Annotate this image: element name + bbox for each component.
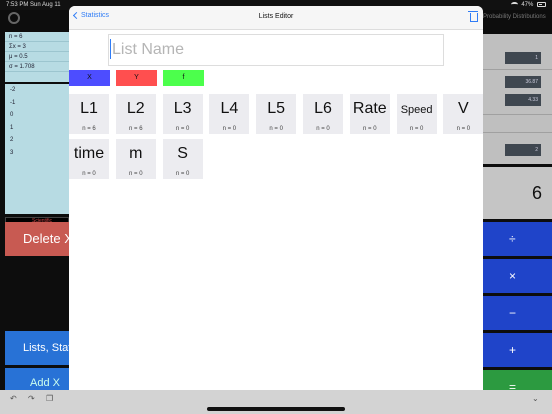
list-item[interactable]: 3: [5, 147, 69, 160]
list-tile-count: n = 6: [129, 126, 143, 132]
list-item[interactable]: -2: [5, 84, 69, 97]
stat-n: n = 6: [5, 32, 69, 42]
probability-distributions-link[interactable]: Probability Distributions: [483, 14, 546, 20]
list-tile-l2[interactable]: L2 n = 6: [115, 94, 156, 134]
list-tile-l6[interactable]: L6 n = 0: [303, 94, 343, 134]
param-value[interactable]: 4.33: [505, 94, 541, 106]
battery-icon: [537, 2, 546, 7]
divider: [483, 69, 552, 70]
list-tile-count: n = 0: [316, 126, 330, 132]
list-tile-rate[interactable]: Rate n = 0: [349, 94, 390, 134]
list-tile-s[interactable]: Sn = 0: [162, 139, 203, 179]
list-tile-name: L2: [126, 100, 145, 117]
redo-icon[interactable]: ↷: [28, 394, 35, 403]
parameters-panel: 1 36.87 4.33 2: [483, 34, 552, 164]
list-tile-count: n = 0: [175, 126, 190, 132]
stat-sd: σ = 1.708: [5, 62, 69, 72]
list-tile-name: L6: [314, 100, 332, 117]
lists-stats-button[interactable]: Lists, Stat: [5, 331, 69, 365]
divider: [483, 114, 552, 115]
wifi-icon: [510, 2, 518, 7]
keyboard-shortcut-bar: ↶ ↷ ❐ ⌄: [0, 390, 552, 414]
list-tile-name: S: [177, 145, 188, 162]
role-label: X: [87, 74, 92, 81]
paste-icon[interactable]: ❐: [46, 394, 53, 403]
list-tile-time[interactable]: time n = 0: [69, 139, 109, 179]
list-tile-name: L5: [267, 100, 286, 117]
multiply-button[interactable]: ×: [483, 259, 552, 293]
list-tile-count: n = 0: [269, 126, 283, 132]
list-tile-name: L1: [80, 100, 98, 117]
add-button[interactable]: +: [483, 333, 552, 367]
param-value[interactable]: 2: [505, 144, 541, 156]
background-left-panel: n = 6 Σx = 3 μ = 0.5 σ = 1.708 -2 -1 0 1…: [0, 10, 69, 398]
gear-icon[interactable]: [8, 12, 20, 24]
role-label: f: [182, 74, 185, 81]
list-tile-count: n = 0: [363, 126, 377, 132]
list-tile-name: L3: [173, 100, 192, 117]
navigation-bar: Statistics Lists Editor: [69, 6, 483, 30]
home-indicator: [207, 407, 345, 411]
list-item[interactable]: 2: [5, 134, 69, 147]
list-tile-speed[interactable]: Speed n = 0: [396, 94, 437, 134]
list-tile-name: time: [73, 145, 105, 162]
subtract-button[interactable]: −: [483, 296, 552, 330]
list-tile-count: n = 0: [129, 171, 143, 177]
list-tile-count: n = 0: [456, 126, 471, 132]
list-tile-count: n = 0: [409, 126, 424, 132]
status-battery: 47%: [510, 2, 546, 9]
role-badge-x[interactable]: X: [69, 70, 110, 86]
list-item[interactable]: 1: [5, 122, 69, 135]
list-tile-name: V: [458, 100, 469, 117]
role-badge-f[interactable]: f: [163, 70, 204, 86]
trash-icon[interactable]: [468, 11, 478, 22]
list-item[interactable]: 0: [5, 109, 69, 122]
list-tile-l4[interactable]: L4 n = 0: [209, 94, 250, 134]
lists-editor-sheet: Statistics Lists Editor X Y f L1 n = 6 L2 n…: [69, 6, 483, 390]
list-tile-count: n = 0: [175, 171, 190, 177]
delete-x-button[interactable]: Delete X: [5, 222, 69, 256]
param-value[interactable]: 1: [505, 52, 541, 64]
list-tile-l3[interactable]: L3 n = 0: [162, 94, 203, 134]
list-item[interactable]: -1: [5, 97, 69, 110]
chevron-down-icon[interactable]: ⌄: [532, 394, 539, 403]
divider: [483, 132, 552, 133]
list-tile-l5[interactable]: L5 n = 0: [256, 94, 297, 134]
list-tile-name: L4: [220, 100, 239, 117]
stats-summary: n = 6 Σx = 3 μ = 0.5 σ = 1.708: [5, 32, 69, 82]
list-tile-count: n = 6: [82, 126, 96, 132]
page-title: Lists Editor: [258, 13, 294, 20]
role-badge-y[interactable]: Y: [116, 70, 157, 86]
status-time: 7:53 PM Sun Aug 11: [6, 2, 61, 8]
text-caret: [110, 39, 111, 59]
values-list[interactable]: -2 -1 0 1 2 3: [5, 84, 69, 214]
list-tile-name: m: [129, 145, 143, 162]
equals-button[interactable]: =: [483, 370, 552, 390]
list-tile-l1[interactable]: L1 n = 6: [69, 94, 109, 134]
stat-sum: Σx = 3: [5, 42, 69, 52]
stat-mean: μ = 0.5: [5, 52, 69, 62]
list-tile-count: n = 0: [222, 126, 237, 132]
list-tile-count: n = 0: [82, 171, 96, 177]
list-tile-name: Speed: [400, 104, 433, 116]
calculator-display: 6: [483, 167, 552, 219]
list-tile-name: Rate: [352, 100, 387, 117]
list-name-input[interactable]: [108, 34, 444, 66]
undo-icon[interactable]: ↶: [10, 394, 17, 403]
role-label: Y: [134, 74, 139, 81]
param-value[interactable]: 36.87: [505, 76, 541, 88]
divide-button[interactable]: ÷: [483, 222, 552, 256]
list-tile-v[interactable]: Vn = 0: [443, 94, 483, 134]
background-right-panel: Probability Distributions 1 36.87 4.33 2…: [483, 10, 552, 390]
battery-percent: 47%: [521, 2, 534, 9]
list-tile-m[interactable]: m n = 0: [115, 139, 156, 179]
